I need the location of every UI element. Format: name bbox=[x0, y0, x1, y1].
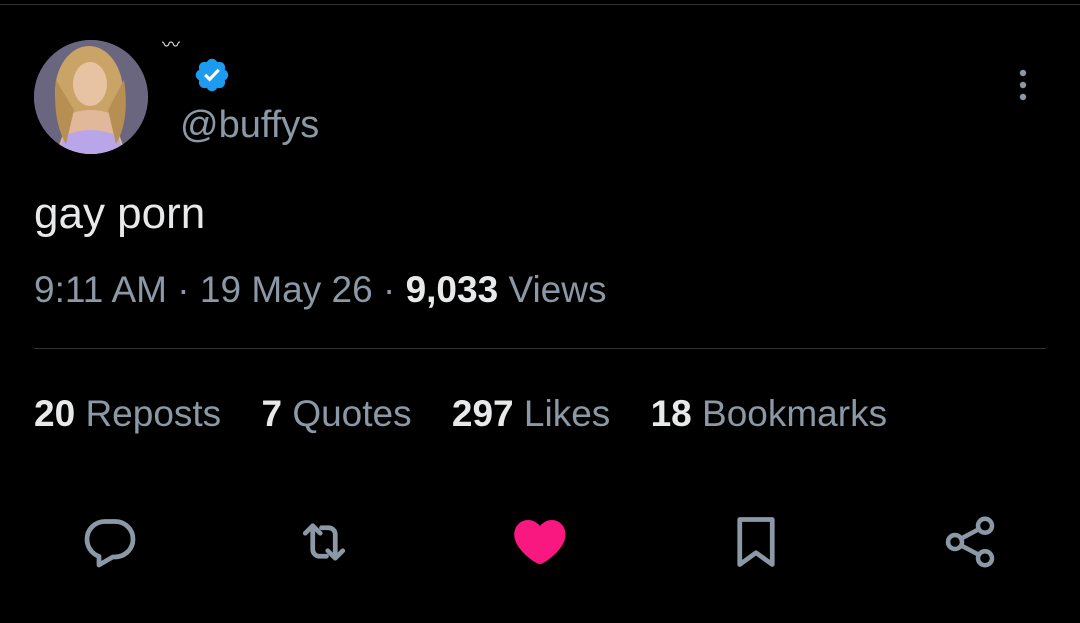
like-button[interactable] bbox=[510, 512, 570, 572]
tweet-time[interactable]: 9:11 AM bbox=[34, 269, 167, 310]
reposts-label: Reposts bbox=[85, 393, 222, 434]
display-name[interactable]: 〰 bbox=[162, 36, 180, 56]
top-divider bbox=[0, 4, 1080, 5]
avatar-image bbox=[34, 40, 148, 154]
quotes-count: 7 bbox=[261, 393, 283, 434]
likes-stat[interactable]: 297 Likes bbox=[452, 392, 610, 436]
meta-separator: · bbox=[177, 269, 190, 310]
reply-icon bbox=[84, 519, 136, 568]
verified-badge-icon bbox=[193, 56, 231, 94]
repost-icon bbox=[302, 523, 346, 561]
views-label: Views bbox=[508, 269, 607, 310]
bookmarks-label: Bookmarks bbox=[702, 393, 888, 434]
tweet-meta: 9:11 AM · 19 May 26 · 9,033 Views bbox=[34, 268, 606, 312]
reply-button[interactable] bbox=[80, 512, 140, 572]
likes-count: 297 bbox=[451, 393, 514, 434]
reposts-stat[interactable]: 20 Reposts bbox=[34, 392, 221, 436]
meta-separator: · bbox=[382, 269, 396, 310]
reposts-count: 20 bbox=[34, 393, 76, 434]
user-handle[interactable]: @buffys bbox=[180, 104, 319, 146]
views-count: 9,033 bbox=[405, 269, 499, 310]
bookmarks-stat[interactable]: 18 Bookmarks bbox=[651, 392, 888, 436]
quotes-label: Quotes bbox=[292, 393, 412, 434]
tweet-date[interactable]: 19 May 26 bbox=[200, 269, 373, 310]
more-options-icon[interactable] bbox=[1004, 66, 1042, 104]
heart-icon bbox=[514, 520, 566, 565]
quotes-stat[interactable]: 7 Quotes bbox=[261, 392, 411, 436]
bookmark-button[interactable] bbox=[726, 512, 786, 572]
likes-label: Likes bbox=[523, 393, 611, 434]
share-button[interactable] bbox=[940, 512, 1000, 572]
avatar[interactable] bbox=[34, 40, 148, 154]
engagement-stats: 20 Reposts 7 Quotes 297 Likes 18 Bookmar… bbox=[34, 392, 917, 436]
tweet-text: gay porn bbox=[34, 189, 206, 238]
stats-divider bbox=[34, 348, 1046, 349]
repost-button[interactable] bbox=[294, 512, 354, 572]
bookmark-icon bbox=[737, 517, 775, 567]
share-icon bbox=[945, 516, 995, 568]
bookmarks-count: 18 bbox=[650, 393, 692, 434]
